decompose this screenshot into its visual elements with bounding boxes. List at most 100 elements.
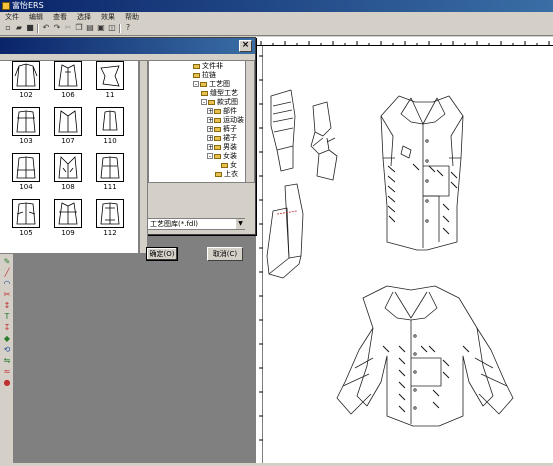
- print-preview-icon[interactable]: ◫: [107, 23, 117, 33]
- collapse-icon[interactable]: -: [201, 99, 207, 106]
- fill-tool-icon[interactable]: ◆: [2, 334, 12, 343]
- copy-icon[interactable]: ❐: [74, 23, 84, 33]
- folder-icon: [214, 153, 221, 159]
- expand-icon[interactable]: +: [207, 144, 213, 151]
- app-icon: [2, 2, 10, 10]
- thumbnail-102[interactable]: [12, 61, 40, 90]
- scissors-tool-icon[interactable]: ✂: [2, 290, 12, 299]
- thumbnail-107[interactable]: [54, 107, 82, 136]
- tree-scrollbar[interactable]: [245, 60, 255, 183]
- zigzag-tool-icon[interactable]: ≈: [2, 367, 12, 376]
- tree-item[interactable]: 拉链: [193, 71, 216, 80]
- tree-item[interactable]: 缝型工艺: [201, 89, 238, 98]
- rotate-tool-icon[interactable]: ⟲: [2, 345, 12, 354]
- file-type-select[interactable]: 工艺图库(*.fdl): [147, 218, 245, 230]
- help-icon[interactable]: ?: [123, 23, 133, 33]
- expand-icon[interactable]: +: [207, 126, 213, 133]
- tree-item[interactable]: 女: [221, 161, 237, 170]
- library-dialog: × 102 106 11 103 107 110 104 108 111 105…: [0, 37, 256, 261]
- folder-icon: [215, 171, 222, 177]
- thumbnail-label: 108: [61, 183, 75, 191]
- expand-icon[interactable]: +: [207, 117, 213, 124]
- thumbnail-grid: 102 106 11 103 107 110 104 108 111 105 1…: [0, 60, 139, 254]
- sleeve-detail-drawing: [266, 89, 338, 279]
- dialog-titlebar: [0, 38, 255, 54]
- thumbnail-11[interactable]: [96, 61, 124, 90]
- tree-item[interactable]: 上衣: [215, 170, 238, 179]
- tree-item[interactable]: - 款式图: [201, 98, 238, 107]
- thumbnail-label: 102: [19, 91, 33, 99]
- save-icon[interactable]: ■: [25, 23, 35, 33]
- folder-tree: 文件非 拉链 - 工艺图 缝型工艺 - 款式图 + 部件 + 运动装 + 裤子 + 裙子 +…: [148, 60, 247, 183]
- tree-item[interactable]: - 工艺图: [193, 80, 230, 89]
- thumbnail-106[interactable]: [54, 61, 82, 90]
- thumbnail-label: 107: [61, 137, 75, 145]
- menu-effects[interactable]: 效果: [96, 12, 120, 22]
- thumbnail-label: 105: [19, 229, 33, 237]
- mirror-tool-icon[interactable]: ⇋: [2, 356, 12, 365]
- menu-view[interactable]: 查看: [48, 12, 72, 22]
- tree-item[interactable]: + 裤子: [207, 125, 237, 134]
- toolbar-separator: [37, 24, 39, 33]
- expand-icon[interactable]: +: [207, 108, 213, 115]
- top-ruler: [256, 37, 553, 46]
- folder-icon: [200, 81, 207, 87]
- collapse-icon[interactable]: -: [193, 81, 199, 88]
- thumbnail-label: 112: [103, 229, 117, 237]
- close-icon[interactable]: ×: [239, 40, 252, 52]
- thumbnail-110[interactable]: [96, 107, 124, 136]
- thumbnail-label: 109: [61, 229, 75, 237]
- measure-tool-icon[interactable]: ↕: [2, 301, 12, 310]
- expand-icon[interactable]: +: [207, 135, 213, 142]
- thumbnail-111[interactable]: [96, 153, 124, 182]
- cancel-button[interactable]: 取消(C): [207, 247, 243, 261]
- folder-icon: [214, 108, 221, 114]
- thumbnail-105[interactable]: [12, 199, 40, 228]
- thumbnail-109[interactable]: [54, 199, 82, 228]
- button-tool-icon[interactable]: ●: [2, 378, 12, 387]
- print-icon[interactable]: ▣: [96, 23, 106, 33]
- tree-item[interactable]: + 男装: [207, 143, 237, 152]
- folder-icon: [214, 135, 221, 141]
- new-file-icon[interactable]: ▫: [3, 23, 13, 33]
- paste-icon[interactable]: ▤: [85, 23, 95, 33]
- tree-item[interactable]: + 运动装: [207, 116, 244, 125]
- collapse-icon[interactable]: -: [207, 153, 213, 160]
- folder-icon: [193, 63, 200, 69]
- jacket-drawing: [336, 285, 514, 427]
- folder-icon: [221, 162, 228, 168]
- line-tool-icon[interactable]: ╱: [2, 268, 12, 277]
- left-ruler: [256, 46, 263, 463]
- menu-select[interactable]: 选择: [72, 12, 96, 22]
- pen-tool-icon[interactable]: ✎: [2, 257, 12, 266]
- thumbnail-112[interactable]: [96, 199, 124, 228]
- drawing-canvas[interactable]: [263, 46, 553, 463]
- folder-icon: [193, 72, 200, 78]
- folder-icon: [201, 90, 208, 96]
- ok-button[interactable]: 确定(O): [146, 247, 178, 261]
- thumbnail-108[interactable]: [54, 153, 82, 182]
- app-title: 富怡ERS: [12, 1, 44, 10]
- tree-item[interactable]: 文件非: [193, 62, 223, 71]
- toolbar: ▫ ▰ ■ ↶ ↷ ✂ ❐ ▤ ▣ ◫ ?: [0, 22, 553, 36]
- tree-item[interactable]: + 裙子: [207, 134, 237, 143]
- menu-file[interactable]: 文件: [0, 12, 24, 22]
- toolbar-separator: [119, 24, 121, 33]
- thumbnail-104[interactable]: [12, 153, 40, 182]
- chevron-down-icon[interactable]: ▼: [236, 219, 245, 229]
- open-folder-icon[interactable]: ▰: [14, 23, 24, 33]
- folder-icon: [208, 99, 215, 105]
- menu-edit[interactable]: 编辑: [24, 12, 48, 22]
- undo-icon[interactable]: ↶: [41, 23, 51, 33]
- thumbnail-103[interactable]: [12, 107, 40, 136]
- cut-icon[interactable]: ✂: [63, 23, 73, 33]
- redo-icon[interactable]: ↷: [52, 23, 62, 33]
- app-titlebar: 富怡ERS: [0, 0, 553, 12]
- text-tool-icon[interactable]: T: [2, 312, 12, 321]
- menu-help[interactable]: 帮助: [120, 12, 144, 22]
- stitch-tool-icon[interactable]: ↧: [2, 323, 12, 332]
- curve-tool-icon[interactable]: ◠: [2, 279, 12, 288]
- tree-item[interactable]: + 部件: [207, 107, 237, 116]
- tree-item[interactable]: - 女装: [207, 152, 237, 161]
- thumbnail-label: 106: [61, 91, 75, 99]
